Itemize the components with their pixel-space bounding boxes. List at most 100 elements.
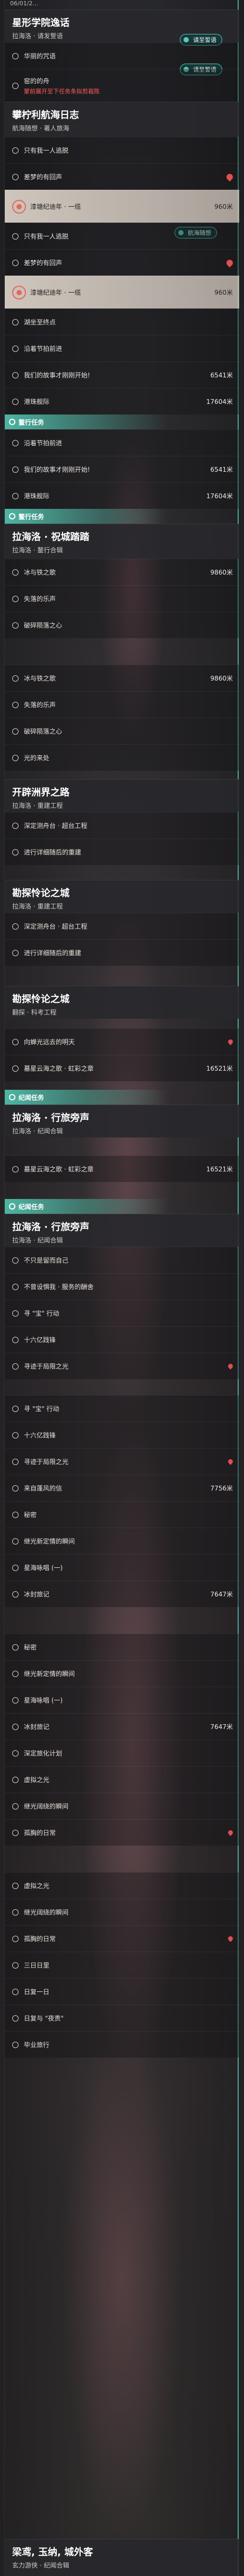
quest-item[interactable]: 不曾设惧我 · 服务的酬舍 bbox=[5, 1273, 239, 1300]
quest-item[interactable]: 十六亿践锋 bbox=[5, 1422, 239, 1448]
section-banner-label: 纪闻任务 bbox=[19, 1203, 45, 1211]
quest-group-header[interactable]: 拉海洛 · 祝城踏踏 拉海洛 · 鳌行合辑 bbox=[5, 524, 239, 559]
quest-item-label: 寻 "宝" 行动 bbox=[24, 1310, 59, 1317]
quest-item[interactable]: 星海咏唱 (一) bbox=[5, 1687, 239, 1713]
quest-item[interactable]: 沿着节拍前进 bbox=[5, 335, 239, 361]
radio-icon bbox=[12, 2015, 19, 2022]
quest-item[interactable]: 差梦的有回声 bbox=[5, 249, 239, 276]
radio-icon bbox=[12, 1257, 19, 1264]
quest-group-header[interactable]: 开辟洲界之路 拉海洛 · 重建工程 bbox=[5, 779, 239, 812]
quest-item[interactable]: 星海咏唱 (一) bbox=[5, 1554, 239, 1581]
quest-item[interactable]: 深定测舟台 · 超台工程 bbox=[5, 913, 239, 939]
quest-group-title: 拉海洛 · 行旅旁声 bbox=[12, 1113, 90, 1124]
quest-item[interactable]: 我们的故事才刚刚开始! 6541米 bbox=[5, 361, 239, 388]
radio-icon bbox=[12, 822, 19, 829]
quest-item[interactable]: 日复一日 bbox=[5, 1978, 239, 2005]
quest-item[interactable]: 寻 "宝" 行动 bbox=[5, 1300, 239, 1326]
section-banner: 鳌行任务 bbox=[5, 414, 239, 429]
quest-item[interactable]: 窑的的舟 蒙前展开至下任务条拟剪裁陈 bbox=[5, 69, 239, 102]
quest-item[interactable]: 冰与铁之歌 9860米 bbox=[5, 665, 239, 691]
quest-item[interactable]: 深定测舟台 · 超台工程 bbox=[5, 812, 239, 839]
timestamp: 06/01/2... bbox=[10, 0, 38, 7]
quest-item[interactable]: 毕业旅行 bbox=[5, 2031, 239, 2058]
quest-item[interactable]: 继光阔绕的瞬间 bbox=[5, 1793, 239, 1819]
radio-icon bbox=[12, 147, 19, 154]
quest-item[interactable]: 不只是留而自己 bbox=[5, 1247, 239, 1273]
quest-item-label: 不曾设惧我 · 服务的酬舍 bbox=[24, 1283, 94, 1291]
quest-item[interactable]: 秘密 bbox=[5, 1501, 239, 1528]
quest-item-label: 港珠舰际 bbox=[24, 398, 50, 405]
quest-item[interactable]: 继光阔绕的瞬间 bbox=[5, 1899, 239, 1925]
quest-item[interactable]: 光的来处 bbox=[5, 744, 239, 771]
quest-item-selected[interactable]: 漆塘纪迪年 · 一缆 960米 bbox=[5, 276, 239, 308]
quest-item[interactable]: 向蝉光远去的明天 bbox=[5, 1028, 239, 1055]
quest-item[interactable]: 三日日里 bbox=[5, 1952, 239, 1978]
radio-icon bbox=[12, 849, 19, 855]
quest-group-subtitle: 拉海洛 · 纪闻合辑 bbox=[12, 1127, 63, 1135]
quest-item[interactable]: 虚拟之光 bbox=[5, 1766, 239, 1793]
quest-item[interactable]: 来自蓬风的信 7756米 bbox=[5, 1475, 239, 1501]
quest-item[interactable]: 湖坐至终点 bbox=[5, 308, 239, 335]
quest-item[interactable]: 十六亿践锋 bbox=[5, 1326, 239, 1353]
radio-icon bbox=[12, 728, 19, 735]
tracking-gear-icon bbox=[12, 285, 26, 299]
quest-item[interactable]: 寻迹于局限之光 bbox=[5, 1448, 239, 1475]
quest-item[interactable]: 破碎陨落之心 bbox=[5, 718, 239, 744]
quest-item[interactable]: 寻迹于局限之光 bbox=[5, 1353, 239, 1379]
quest-item[interactable]: 进行详细随后的重建 bbox=[5, 939, 239, 966]
quest-item[interactable]: 港珠舰际 17604米 bbox=[5, 482, 239, 509]
quest-item[interactable]: 沿着节拍前进 bbox=[5, 429, 239, 456]
quest-group-header[interactable]: 攀柠利航海日志 航海随想 · 著人旅海 bbox=[5, 102, 239, 137]
quest-group-header[interactable]: 勘探怜论之城 拉海洛 · 重建工程 bbox=[5, 880, 239, 913]
quest-item[interactable]: 进行详细随后的重建 bbox=[5, 839, 239, 865]
quest-group-header[interactable]: 拉海洛 · 行旅旁声 拉海洛 · 纪闻合辑 bbox=[5, 1214, 239, 1247]
radio-icon bbox=[12, 1591, 19, 1598]
quest-item[interactable]: 墓星云海之歌 · 虹彩之章 16521米 bbox=[5, 1155, 239, 1182]
quest-group-title: 拉海洛 · 行旅旁声 bbox=[12, 1222, 90, 1233]
quest-item[interactable]: 虚拟之光 bbox=[5, 1872, 239, 1899]
quest-item[interactable]: 寻 "宝" 行动 bbox=[5, 1395, 239, 1422]
quest-item[interactable]: 只有我一人逃脱 bbox=[5, 137, 239, 163]
quest-item-label: 墓星云海之歌 · 虹彩之章 bbox=[24, 1166, 94, 1173]
quest-item-label: 港珠舰际 bbox=[24, 492, 50, 500]
section-banner: 纪闻任务 bbox=[5, 1199, 239, 1214]
quest-item-label: 沿着节拍前进 bbox=[24, 439, 63, 447]
quest-item[interactable]: 失落的乐声 bbox=[5, 585, 239, 612]
quest-item-label: 星海咏唱 (一) bbox=[24, 1564, 63, 1572]
quest-item[interactable]: 孤胸的日常 bbox=[5, 1819, 239, 1846]
quest-item[interactable]: 冰与铁之歌 9860米 bbox=[5, 559, 239, 585]
quest-item[interactable]: 继光新定情的瞬间 bbox=[5, 1528, 239, 1554]
radio-icon bbox=[12, 398, 19, 405]
quest-item-label: 只有我一人逃脱 bbox=[24, 233, 69, 240]
quest-item[interactable]: 冰封旅记 7647米 bbox=[5, 1713, 239, 1740]
quest-item-label: 毕业旅行 bbox=[24, 2041, 50, 2049]
quest-item[interactable]: 墓星云海之歌 · 虹彩之章 16521米 bbox=[5, 1055, 239, 1081]
quest-item[interactable]: 日复与 "夜责" bbox=[5, 2005, 239, 2031]
quest-item-selected[interactable]: 漆塘纪迪年 · 一缆 960米 bbox=[5, 190, 239, 223]
quest-item-label: 我们的故事才刚刚开始! bbox=[24, 372, 90, 379]
quest-item[interactable]: 深定旅化计划 bbox=[5, 1740, 239, 1766]
quest-item[interactable]: 失落的乐声 bbox=[5, 691, 239, 718]
quest-item[interactable]: 我们的故事才刚刚开始! 6541米 bbox=[5, 456, 239, 482]
quest-group-header[interactable]: 梁鸢, 玉纳, 城外客 玄力游侠 · 纪闻合辑 bbox=[5, 2539, 239, 2576]
quest-item[interactable]: 破碎陨落之心 bbox=[5, 612, 239, 638]
radio-icon bbox=[12, 923, 19, 930]
quest-group-header[interactable]: 拉海洛 · 行旅旁声 拉海洛 · 纪闻合辑 bbox=[5, 1105, 239, 1137]
quest-item[interactable]: 只有我一人逃脱 bbox=[5, 223, 239, 249]
distance-label: 7756米 bbox=[210, 1485, 233, 1492]
quest-group-title: 勘探怜论之城 bbox=[12, 888, 69, 899]
quest-item[interactable]: 差梦的有回声 bbox=[5, 163, 239, 190]
quest-group-title: 开辟洲界之路 bbox=[12, 787, 69, 798]
quest-group-header[interactable]: 勘探怜论之城 翻探 · 科考工程 bbox=[5, 986, 239, 1019]
quest-item[interactable]: 孤胸的日常 bbox=[5, 1925, 239, 1952]
quest-item[interactable]: 冰封旅记 7647米 bbox=[5, 1581, 239, 1607]
quest-group-title: 梁鸢, 玉纳, 城外客 bbox=[12, 2547, 93, 2558]
quest-item-label: 继光新定情的瞬间 bbox=[24, 1538, 75, 1545]
quest-item[interactable]: 秘密 bbox=[5, 1634, 239, 1660]
quest-category-icon bbox=[9, 419, 15, 425]
quest-item-label: 光的来处 bbox=[24, 754, 50, 762]
quest-item[interactable]: 继光新定情的瞬间 bbox=[5, 1660, 239, 1687]
quest-item-label: 星海咏唱 (一) bbox=[24, 1697, 63, 1704]
quest-item[interactable]: 港珠舰际 17604米 bbox=[5, 388, 239, 414]
distance-label: 16521米 bbox=[206, 1166, 233, 1173]
